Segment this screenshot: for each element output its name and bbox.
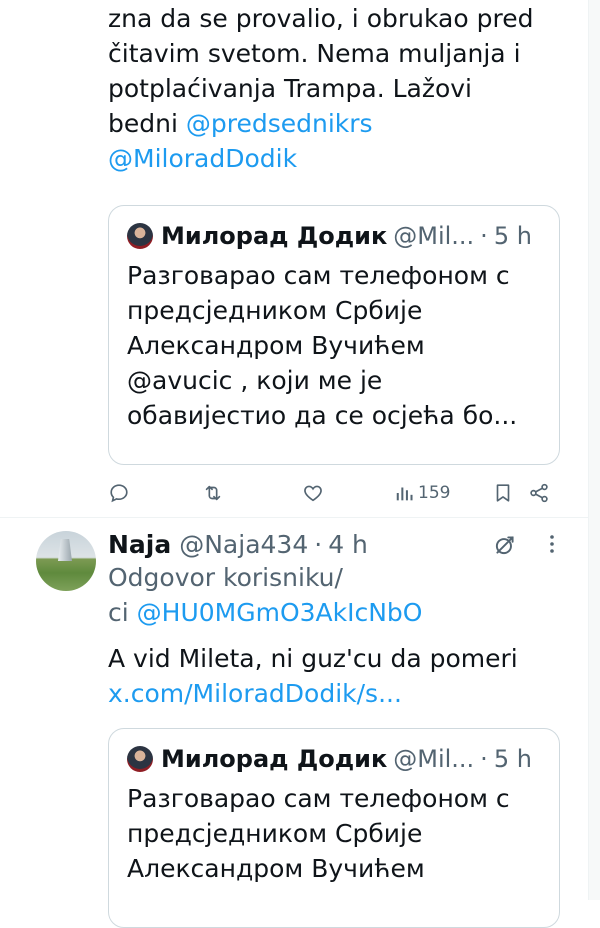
timestamp[interactable]: 4 h	[328, 530, 368, 559]
tweet1-line-prefix: bedni	[108, 109, 186, 138]
reply-context-line: ci @HU0MGmO3AkIcNbO	[108, 595, 518, 630]
tweet2-link[interactable]: x.com/MiloradDodik/s...	[108, 676, 518, 711]
more-vertical-icon	[550, 535, 554, 553]
tweet2-header: Naja @Naja434 · 4 h	[108, 526, 368, 562]
quoted-line: Александром Вучићем	[127, 854, 425, 883]
quoted-author-handle: @Mil...	[393, 745, 475, 773]
tweet1-line: čitavim svetom. Nema muljanja i	[108, 39, 521, 68]
reply-context-line: Odgovor korisniku/	[108, 563, 343, 592]
quoted-tweet-text: Разговарао сам телефоном с предсједником…	[127, 781, 547, 886]
author-handle[interactable]: @Naja434	[179, 530, 308, 559]
quoted-tweet-header: Милорад Додик @Mil... · 5 h	[127, 743, 532, 775]
views-icon	[396, 487, 413, 501]
avatar	[127, 746, 153, 772]
grok-button[interactable]	[492, 532, 518, 558]
quoted-tweet-text: Разговарао сам телефоном с предсједником…	[127, 258, 547, 433]
reply-button[interactable]	[108, 478, 130, 508]
avatar-image-detail	[58, 539, 72, 561]
quoted-timestamp: 5 h	[493, 222, 532, 250]
quoted-tweet-header: Милорад Додик @Mil... · 5 h	[127, 220, 532, 252]
like-button[interactable]	[302, 478, 324, 508]
quoted-author-name: Милорад Додик	[161, 745, 388, 773]
quoted-tweet-card[interactable]: Милорад Додик @Mil... · 5 h Разговарао с…	[108, 205, 560, 465]
share-icon	[530, 483, 548, 503]
share-button[interactable]	[528, 478, 550, 508]
avatar	[127, 223, 153, 249]
retweet-button[interactable]	[202, 478, 224, 508]
views-button[interactable]: 159	[394, 478, 450, 508]
reply-to-mention[interactable]: @HU0MGmO3AkIcNbO	[137, 598, 423, 627]
tweet2-text: A vid Mileta, ni guz'cu da pomeri	[108, 644, 518, 673]
separator-dot: ·	[480, 745, 488, 773]
retweet-icon	[205, 485, 221, 501]
mention-predsednikrs[interactable]: @predsednikrs	[186, 109, 373, 138]
views-count: 159	[418, 483, 451, 503]
separator-dot: ·	[480, 222, 488, 250]
tweet-action-bar: 159	[108, 478, 568, 508]
quoted-author-handle: @Mil...	[393, 222, 475, 250]
quoted-line: предсједником Србије	[127, 819, 423, 848]
tweet2-body: Odgovor korisniku/ ci @HU0MGmO3AkIcNbO A…	[108, 560, 518, 711]
tweet1-line: bedni @predsednikrs	[108, 106, 533, 141]
quoted-line: предсједником Србије	[127, 296, 423, 325]
quoted-line: @avucic , који ме је	[127, 366, 383, 395]
like-icon	[304, 485, 322, 502]
quoted-timestamp: 5 h	[493, 745, 532, 773]
grok-icon	[495, 536, 514, 555]
more-options-button[interactable]	[540, 532, 564, 556]
bookmark-button[interactable]	[492, 478, 514, 508]
quoted-tweet-card[interactable]: Милорад Додик @Mil... · 5 h Разговарао с…	[108, 728, 560, 928]
bookmark-icon	[496, 484, 510, 502]
separator-dot: ·	[314, 529, 323, 559]
tweet1-line: potplaćivanja Trampa. Lažovi	[108, 74, 473, 103]
tweet1-text: zna da se provalio, i obrukao pred čitav…	[108, 1, 533, 176]
author-name[interactable]: Naja	[108, 530, 171, 559]
tweet-divider	[0, 517, 600, 518]
avatar[interactable]	[36, 531, 96, 591]
reply-context-prefix: ci	[108, 598, 137, 627]
quoted-line: обавијестио да се осјећа бо...	[127, 401, 518, 430]
mention-miloraddodik[interactable]: @MiloradDodik	[108, 141, 533, 176]
quoted-line: Разговарао сам телефоном с	[127, 261, 510, 290]
reply-icon	[110, 484, 128, 503]
quoted-line: Александром Вучићем	[127, 331, 425, 360]
scrollbar-track[interactable]	[588, 0, 600, 900]
quoted-author-name: Милорад Додик	[161, 222, 388, 250]
tweet1-line: zna da se provalio, i obrukao pred	[108, 4, 534, 33]
quoted-line: Разговарао сам телефоном с	[127, 784, 510, 813]
